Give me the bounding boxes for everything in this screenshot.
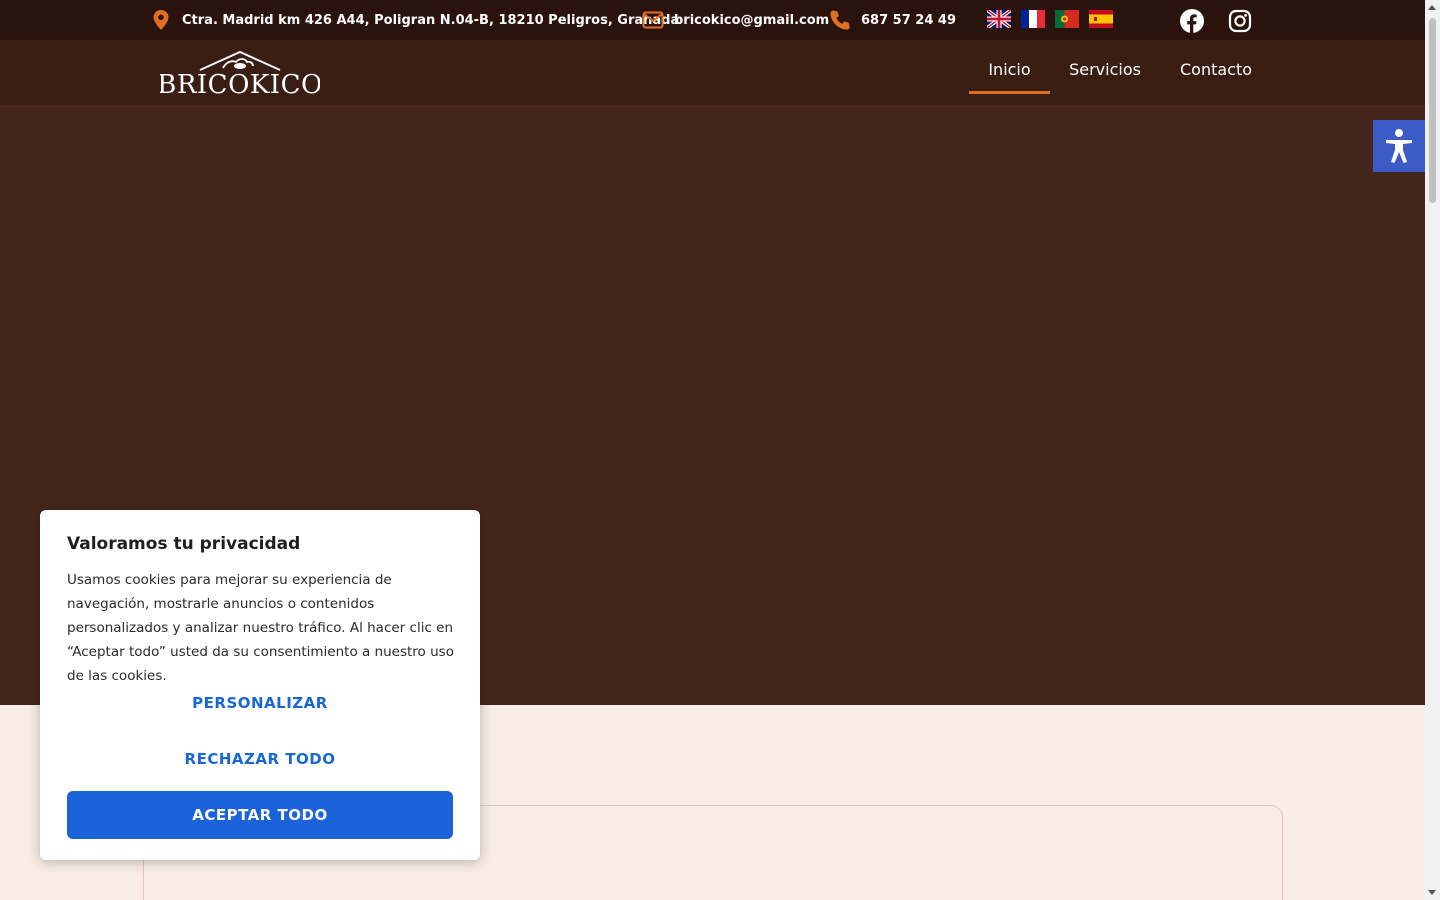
flag-uk-icon[interactable] [987, 10, 1011, 28]
phone-link[interactable]: 687 57 24 49 [861, 13, 956, 28]
map-pin-icon [150, 9, 172, 31]
logo-text: BRICOKICO [160, 70, 320, 98]
page-scrollbar[interactable] [1425, 0, 1440, 900]
envelope-icon [642, 9, 664, 31]
phone-icon [829, 9, 851, 31]
cookie-consent-dialog: Valoramos tu privacidad Usamos cookies p… [40, 510, 480, 860]
accessibility-icon [1386, 129, 1412, 163]
phone-info[interactable]: 687 57 24 49 [829, 0, 956, 40]
nav-servicios[interactable]: Servicios [1069, 60, 1141, 94]
accessibility-button[interactable] [1373, 120, 1425, 172]
scroll-up-arrow-icon[interactable] [1428, 5, 1436, 10]
cookie-title: Valoramos tu privacidad [67, 534, 301, 554]
email-link[interactable]: bricokico@gmail.com [674, 13, 829, 28]
nav-contacto[interactable]: Contacto [1180, 60, 1252, 94]
accept-all-button[interactable]: ACEPTAR TODO [67, 791, 453, 839]
instagram-icon[interactable] [1228, 9, 1252, 33]
scroll-down-arrow-icon[interactable] [1428, 890, 1436, 895]
facebook-icon[interactable] [1180, 9, 1204, 33]
address-info: Ctra. Madrid km 426 A44, Poligran N.04-B… [150, 0, 679, 40]
nav-contacto-label: Contacto [1179, 60, 1253, 79]
email-info[interactable]: bricokico@gmail.com [642, 0, 829, 40]
flag-fr-icon[interactable] [1021, 10, 1045, 28]
flag-es-icon[interactable] [1089, 10, 1113, 28]
scrollbar-thumb[interactable] [1429, 18, 1436, 203]
nav-servicios-label: Servicios [1069, 60, 1141, 79]
site-logo[interactable]: BRICOKICO [157, 48, 322, 100]
address-text: Ctra. Madrid km 426 A44, Poligran N.04-B… [182, 12, 680, 28]
reject-all-button[interactable]: RECHAZAR TODO [67, 744, 453, 774]
customize-button[interactable]: PERSONALIZAR [67, 688, 453, 718]
nav-inicio-label: Inicio [988, 60, 1031, 79]
nav-inicio[interactable]: Inicio [969, 60, 1050, 94]
cookie-description: Usamos cookies para mejorar su experienc… [67, 572, 454, 684]
flag-pt-icon[interactable] [1055, 10, 1079, 28]
top-bar: Ctra. Madrid km 426 A44, Poligran N.04-B… [0, 0, 1425, 40]
